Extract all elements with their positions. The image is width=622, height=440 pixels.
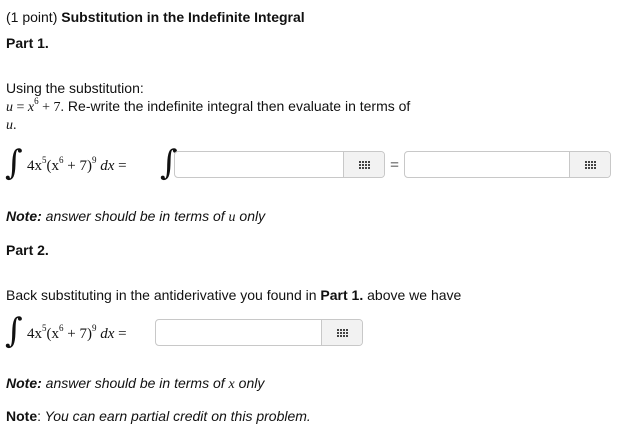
part2-note: Note: answer should be in terms of x onl… xyxy=(6,375,264,393)
problem-header: (1 point) Substitution in the Indefinite… xyxy=(6,9,305,25)
u-dot: . xyxy=(13,118,17,133)
answer-input-3[interactable] xyxy=(156,320,321,345)
problem-title: Substitution in the Indefinite Integral xyxy=(61,9,305,25)
part1-note-label: Note: xyxy=(6,208,42,224)
integrand-2-exp2: 6 xyxy=(59,323,64,333)
integrand-1-coef: 4x xyxy=(27,158,42,174)
sub-tail: Re-write the indefinite integral then ev… xyxy=(64,98,411,114)
part2-intro-bold: Part 1. xyxy=(320,287,364,303)
integrand-2-exp1: 5 xyxy=(42,323,47,333)
answer-field-1[interactable] xyxy=(174,151,385,178)
integrand-1-exp1: 5 xyxy=(42,155,47,165)
part2-intro-start: Back substituting in the antiderivative … xyxy=(6,287,321,303)
integral-sign-3: ∫ xyxy=(5,311,23,351)
part2-note-text: answer should be in terms of xyxy=(41,375,229,391)
part1-intro: Using the substitution: xyxy=(6,80,144,96)
integrand-2-paren: (x xyxy=(46,326,60,342)
integrand-2-equals: = xyxy=(114,326,127,342)
sub-u: u xyxy=(6,100,13,115)
part2-intro: Back substituting in the antiderivative … xyxy=(6,287,461,303)
u-line: u. xyxy=(6,118,17,134)
answer-input-1[interactable] xyxy=(175,152,343,177)
equals-sign: = xyxy=(390,157,400,174)
sub-eq: = xyxy=(13,100,28,115)
equation-editor-button-1[interactable] xyxy=(343,152,384,177)
part2-heading: Part 2. xyxy=(6,242,49,258)
footer-note: Note: You can earn partial credit on thi… xyxy=(6,408,311,424)
part1-note-end: only xyxy=(235,208,266,224)
integrand-1-plus: + 7) xyxy=(63,158,92,174)
sub-exp: 6 xyxy=(34,96,39,107)
sub-rest: + 7. xyxy=(38,100,65,115)
integrand-2-exp3: 9 xyxy=(91,323,97,333)
integrand-1-exp3: 9 xyxy=(91,155,97,165)
integrand-2-coef: 4x xyxy=(27,326,42,342)
substitution-line: u = x6 + 7. Re-write the indefinite inte… xyxy=(6,96,411,116)
part1-note-var: u xyxy=(228,210,236,225)
part2-intro-end: above we have xyxy=(363,287,462,303)
answer-field-2[interactable] xyxy=(404,151,611,178)
integrand-1-exp2: 6 xyxy=(59,155,64,165)
part1-heading: Part 1. xyxy=(6,35,49,51)
answer-input-2[interactable] xyxy=(405,152,569,177)
integral-sign-1: ∫ xyxy=(5,143,23,183)
u-var: u xyxy=(6,118,13,133)
part1-note-text: answer should be in terms of xyxy=(41,208,229,224)
equation-grid-icon xyxy=(336,328,348,337)
footer-note-label: Note xyxy=(6,408,38,424)
part1-note: Note: answer should be in terms of u onl… xyxy=(6,208,265,226)
part2-note-label: Note: xyxy=(6,375,42,391)
equation-editor-button-3[interactable] xyxy=(321,320,362,345)
integrand-1: 4x5(x6 + 7)9 dx = xyxy=(27,155,127,175)
equation-grid-icon xyxy=(584,160,596,169)
equation-grid-icon xyxy=(358,160,370,169)
answer-field-3[interactable] xyxy=(155,319,363,346)
part2-note-end: only xyxy=(234,375,265,391)
points-label: (1 point) xyxy=(6,9,58,25)
integrand-1-paren: (x xyxy=(46,158,60,174)
integrand-1-equals: = xyxy=(114,158,127,174)
footer-note-text: You can earn partial credit on this prob… xyxy=(41,408,311,424)
integrand-2-dx: dx xyxy=(96,326,115,342)
integrand-1-dx: dx xyxy=(96,158,115,174)
integrand-2-plus: + 7) xyxy=(63,326,92,342)
integrand-2: 4x5(x6 + 7)9 dx = xyxy=(27,323,127,343)
equation-editor-button-2[interactable] xyxy=(569,152,610,177)
